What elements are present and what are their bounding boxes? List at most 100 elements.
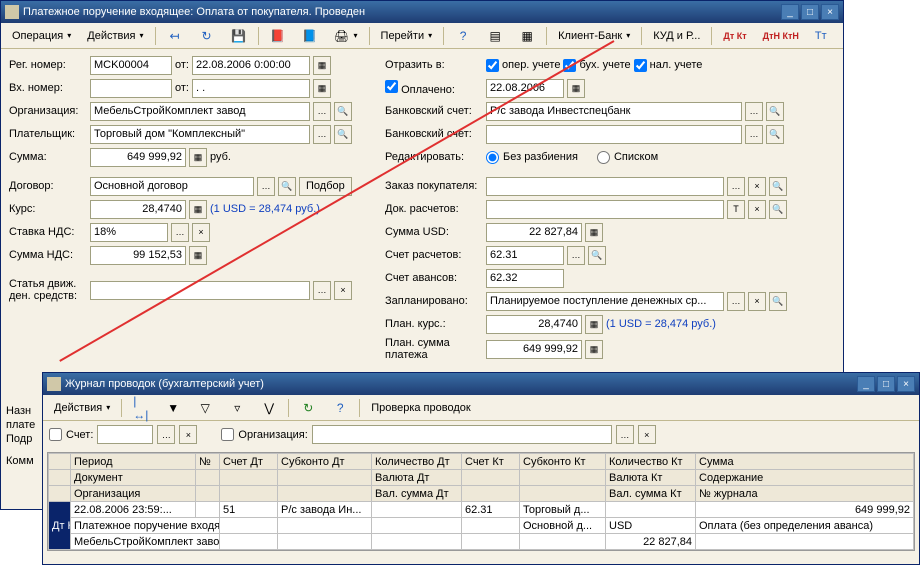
bank2-field[interactable] (486, 125, 742, 144)
oper-checkbox[interactable] (486, 59, 499, 72)
select-icon[interactable]: … (313, 102, 331, 121)
filter1-icon[interactable]: ▼ (158, 398, 188, 418)
select-icon[interactable]: … (257, 177, 275, 196)
org-filter-field[interactable] (312, 425, 612, 444)
regdate-field[interactable] (192, 56, 310, 75)
select-icon[interactable]: … (313, 281, 331, 300)
calc-icon[interactable]: ▦ (585, 223, 603, 242)
col-kolkt[interactable]: Количество Кт (606, 454, 696, 470)
maximize-button[interactable]: □ (801, 4, 819, 20)
save-icon[interactable]: 💾 (224, 26, 254, 46)
table-row[interactable]: МебельСтройКомплект завод 22 827,84 (49, 534, 914, 550)
org-field[interactable] (90, 102, 310, 121)
close-button[interactable]: × (897, 376, 915, 392)
client-bank-menu[interactable]: Клиент-Банк (551, 26, 637, 46)
schet-filter-checkbox[interactable] (49, 428, 62, 441)
calc-icon[interactable]: ▦ (189, 148, 207, 167)
col-koldt[interactable]: Количество Дт (372, 454, 462, 470)
unpost-icon[interactable]: 📘 (295, 26, 325, 46)
clear-icon[interactable]: × (334, 281, 352, 300)
calc-icon[interactable]: ▦ (189, 200, 207, 219)
refresh-icon[interactable]: ↻ (293, 398, 323, 418)
col-period[interactable]: Период (71, 454, 196, 470)
clear-icon[interactable]: × (192, 223, 210, 242)
calc-icon[interactable]: ▦ (189, 246, 207, 265)
dog-field[interactable] (90, 177, 254, 196)
vhdate-field[interactable] (192, 79, 310, 98)
bank1-field[interactable] (486, 102, 742, 121)
calc-icon[interactable]: ▦ (585, 315, 603, 334)
select-icon[interactable]: … (313, 125, 331, 144)
plankurs-field[interactable] (486, 315, 582, 334)
spiskom-radio[interactable] (597, 151, 610, 164)
col-schetdt[interactable]: Счет Дт (220, 454, 278, 470)
clear-icon[interactable]: × (748, 200, 766, 219)
vhno-field[interactable] (90, 79, 172, 98)
check-entries-button[interactable]: Проверка проводок (364, 398, 477, 418)
tree-icon[interactable]: ▦ (512, 26, 542, 46)
schetras-field[interactable] (486, 246, 564, 265)
open-icon[interactable]: 🔍 (769, 200, 787, 219)
print-menu[interactable]: 🖨 (327, 26, 365, 46)
col-schetkt[interactable]: Счет Кт (462, 454, 520, 470)
org-filter-checkbox[interactable] (221, 428, 234, 441)
schetav-field[interactable] (486, 269, 564, 288)
minimize-button[interactable]: _ (857, 376, 875, 392)
open-icon[interactable]: 🔍 (766, 125, 784, 144)
select-icon[interactable]: … (745, 125, 763, 144)
actions-menu2[interactable]: Действия (47, 398, 117, 418)
maximize-button[interactable]: □ (877, 376, 895, 392)
nal-checkbox[interactable] (634, 59, 647, 72)
col-no[interactable]: № (196, 454, 220, 470)
kudir-button[interactable]: КУД и Р... (646, 26, 707, 46)
open-icon[interactable]: 🔍 (334, 102, 352, 121)
titlebar[interactable]: Платежное поручение входящее: Оплата от … (1, 1, 843, 23)
sum-field[interactable] (90, 148, 186, 167)
type-icon[interactable]: T (727, 200, 745, 219)
select-icon[interactable]: … (616, 425, 634, 444)
nav-back-icon[interactable]: ↤ (160, 26, 190, 46)
dokras-field[interactable] (486, 200, 724, 219)
clear-icon[interactable]: × (179, 425, 197, 444)
calendar-icon[interactable]: ▦ (313, 56, 331, 75)
col-summa[interactable]: Сумма (696, 454, 914, 470)
calc-icon[interactable]: ▦ (585, 340, 603, 359)
clear-icon[interactable]: × (638, 425, 656, 444)
clear-icon[interactable]: × (748, 292, 766, 311)
bezraz-radio[interactable] (486, 151, 499, 164)
select-icon[interactable]: … (727, 292, 745, 311)
help-icon[interactable]: ? (448, 26, 478, 46)
select-icon[interactable]: … (567, 246, 585, 265)
open-icon[interactable]: 🔍 (769, 292, 787, 311)
filter2-icon[interactable]: ▽ (190, 398, 220, 418)
dtkt-button[interactable]: Дт Кт (716, 26, 753, 46)
refresh-icon[interactable]: ↻ (192, 26, 222, 46)
opl-checkbox[interactable] (385, 80, 398, 93)
open-icon[interactable]: 🔍 (588, 246, 606, 265)
select-icon[interactable]: … (727, 177, 745, 196)
calendar-icon[interactable]: ▦ (313, 79, 331, 98)
podbor-button[interactable]: Подбор (299, 177, 352, 196)
open-icon[interactable]: 🔍 (766, 102, 784, 121)
select-icon[interactable]: … (157, 425, 175, 444)
open-icon[interactable]: 🔍 (278, 177, 296, 196)
col-subkt[interactable]: Субконто Кт (520, 454, 606, 470)
select-icon[interactable]: … (171, 223, 189, 242)
kurs-field[interactable] (90, 200, 186, 219)
payer-field[interactable] (90, 125, 310, 144)
col-subdt[interactable]: Субконто Дт (278, 454, 372, 470)
zaplan-field[interactable] (486, 292, 724, 311)
filter4-icon[interactable]: ⋁ (254, 398, 284, 418)
sumusd-field[interactable] (486, 223, 582, 242)
goto-menu[interactable]: Перейти (374, 26, 440, 46)
actions-menu[interactable]: Действия (80, 26, 150, 46)
stavka-field[interactable] (90, 223, 168, 242)
close-button[interactable]: × (821, 4, 839, 20)
list-icon[interactable]: ▤ (480, 26, 510, 46)
select-icon[interactable]: … (745, 102, 763, 121)
zakaz-field[interactable] (486, 177, 724, 196)
schet-filter-field[interactable] (97, 425, 153, 444)
open-icon[interactable]: 🔍 (334, 125, 352, 144)
post-icon[interactable]: 📕 (263, 26, 293, 46)
table-row[interactable]: Платежное поручение входя... Основной д.… (49, 518, 914, 534)
